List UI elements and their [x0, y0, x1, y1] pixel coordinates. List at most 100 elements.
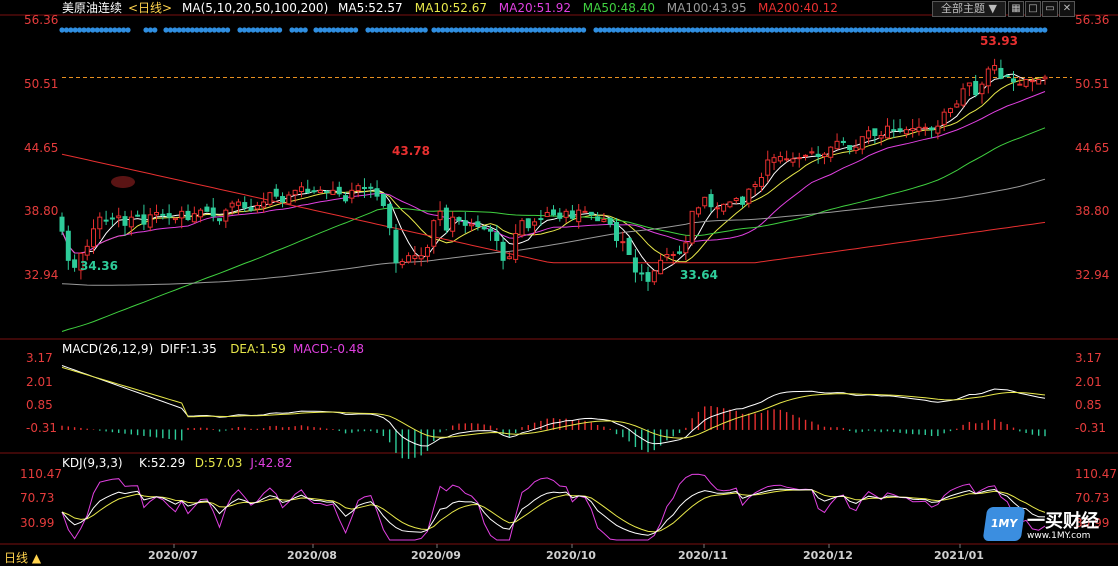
candle-body[interactable]: [298, 186, 304, 193]
candle-body[interactable]: [248, 206, 254, 211]
candle-body[interactable]: [727, 201, 733, 208]
candle-body[interactable]: [506, 256, 512, 260]
candle-body[interactable]: [399, 261, 405, 266]
candle-body[interactable]: [141, 214, 147, 225]
candle-body[interactable]: [922, 126, 928, 129]
candle-body[interactable]: [1029, 80, 1035, 83]
candle-body[interactable]: [469, 223, 475, 227]
candle-body[interactable]: [607, 217, 613, 225]
candle-body[interactable]: [311, 190, 317, 193]
candle-body[interactable]: [487, 228, 493, 232]
candle-body[interactable]: [229, 202, 235, 208]
candle-body[interactable]: [670, 254, 676, 256]
candle-body[interactable]: [254, 205, 260, 210]
period-switch-button[interactable]: 日线 ▲: [4, 549, 41, 566]
candle-body[interactable]: [135, 214, 141, 217]
candle-body[interactable]: [361, 187, 367, 190]
candle-body[interactable]: [235, 201, 241, 206]
candle-body[interactable]: [809, 151, 815, 154]
candle-body[interactable]: [935, 125, 941, 134]
candle-body[interactable]: [532, 221, 538, 226]
candle-body[interactable]: [840, 140, 846, 143]
candle-body[interactable]: [1017, 83, 1023, 86]
kline-chart[interactable]: 美原油连续 <日线> MA(5,10,20,50,100,200) MA5:52…: [0, 0, 1118, 566]
candle-body[interactable]: [242, 202, 248, 209]
candle-body[interactable]: [380, 193, 386, 206]
candle-body[interactable]: [891, 129, 897, 132]
candle-body[interactable]: [261, 201, 267, 208]
candle-body[interactable]: [122, 216, 128, 226]
restore-icon[interactable]: ▭: [1042, 1, 1058, 17]
candle-body[interactable]: [897, 128, 903, 132]
candle-body[interactable]: [355, 185, 361, 192]
candle-body[interactable]: [172, 217, 178, 221]
candle-body[interactable]: [103, 219, 109, 222]
candle-body[interactable]: [878, 135, 884, 139]
candle-body[interactable]: [1023, 79, 1029, 87]
candle-body[interactable]: [450, 216, 456, 232]
candle-body[interactable]: [595, 216, 601, 222]
maximize-icon[interactable]: □: [1025, 1, 1041, 17]
candle-body[interactable]: [569, 210, 575, 219]
candle-body[interactable]: [273, 188, 279, 197]
candle-body[interactable]: [601, 219, 607, 222]
candle-body[interactable]: [65, 230, 71, 261]
candle-body[interactable]: [721, 203, 727, 212]
candle-body[interactable]: [349, 189, 355, 199]
candle-body[interactable]: [910, 128, 916, 131]
candle-body[interactable]: [475, 221, 481, 227]
candle-body[interactable]: [551, 209, 556, 216]
candle-body[interactable]: [336, 186, 342, 195]
candle-body[interactable]: [821, 153, 827, 158]
candle-body[interactable]: [658, 259, 664, 275]
candle-body[interactable]: [185, 210, 191, 221]
candle-body[interactable]: [406, 255, 412, 263]
candle-body[interactable]: [588, 211, 594, 216]
candle-body[interactable]: [582, 210, 588, 213]
candle-body[interactable]: [179, 210, 185, 219]
candle-body[interactable]: [803, 154, 809, 157]
candle-body[interactable]: [815, 153, 821, 157]
candle-body[interactable]: [777, 156, 783, 162]
candle-body[interactable]: [280, 196, 286, 203]
candle-body[interactable]: [210, 207, 216, 217]
candle-body[interactable]: [147, 214, 153, 228]
candle-body[interactable]: [494, 232, 500, 241]
candle-body[interactable]: [368, 186, 374, 189]
candle-body[interactable]: [84, 245, 90, 256]
candle-body[interactable]: [557, 212, 563, 219]
candle-body[interactable]: [740, 196, 746, 205]
candle-body[interactable]: [941, 111, 947, 125]
close-icon[interactable]: ✕: [1059, 1, 1075, 17]
candle-body[interactable]: [639, 272, 645, 275]
candle-body[interactable]: [947, 108, 953, 114]
candle-body[interactable]: [393, 229, 399, 264]
candle-body[interactable]: [746, 188, 752, 204]
candle-body[interactable]: [191, 213, 197, 223]
candle-body[interactable]: [223, 209, 229, 222]
candle-body[interactable]: [765, 159, 771, 176]
candlesticks[interactable]: [59, 58, 1048, 291]
candle-body[interactable]: [714, 207, 720, 210]
candle-body[interactable]: [1010, 78, 1016, 83]
grid-icon[interactable]: ▦: [1008, 1, 1024, 17]
candle-body[interactable]: [677, 251, 683, 254]
candle-body[interactable]: [513, 233, 519, 260]
candle-body[interactable]: [456, 217, 462, 222]
candle-body[interactable]: [72, 259, 78, 268]
candle-body[interactable]: [154, 212, 160, 216]
candle-body[interactable]: [500, 241, 506, 261]
candle-body[interactable]: [317, 189, 323, 194]
candle-body[interactable]: [412, 255, 418, 260]
candle-body[interactable]: [267, 192, 273, 205]
candle-body[interactable]: [626, 237, 632, 256]
candle-body[interactable]: [834, 140, 840, 150]
candle-body[interactable]: [790, 158, 796, 163]
candle-body[interactable]: [998, 67, 1004, 79]
candle-body[interactable]: [286, 194, 292, 205]
candle-body[interactable]: [973, 80, 979, 96]
candle-body[interactable]: [929, 127, 935, 131]
candle-body[interactable]: [481, 226, 487, 230]
candle-body[interactable]: [576, 209, 582, 223]
candle-body[interactable]: [620, 241, 626, 244]
